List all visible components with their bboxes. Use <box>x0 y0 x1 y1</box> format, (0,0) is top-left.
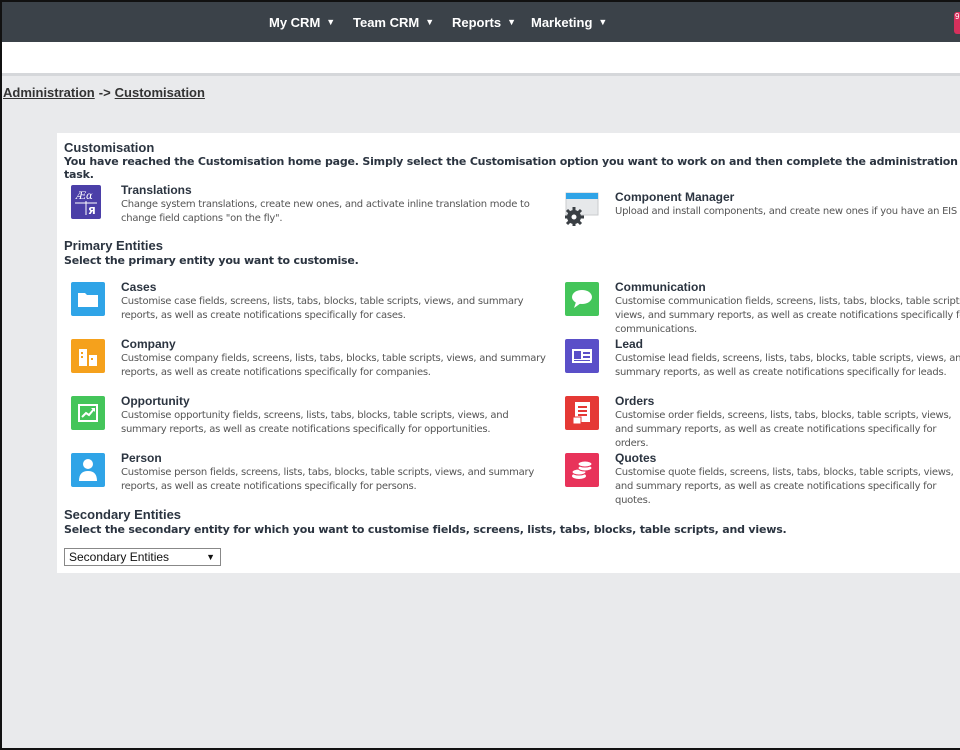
entity-company[interactable]: Company Customise company fields, screen… <box>71 337 551 379</box>
nav-label: Marketing <box>531 14 593 30</box>
caret-down-icon: ▼ <box>507 17 517 27</box>
entity-description: Customise opportunity fields, screens, l… <box>121 410 509 435</box>
entity-title: Cases <box>121 280 157 294</box>
customisation-panel: Customisation You have reached the Custo… <box>57 133 960 573</box>
component-manager-title: Component Manager <box>615 190 735 204</box>
nav-reports[interactable]: Reports ▼ <box>452 2 516 42</box>
entity-title: Quotes <box>615 451 657 465</box>
page-subtitle: You have reached the Customisation home … <box>64 155 958 181</box>
coins-icon <box>565 453 599 487</box>
id-card-icon <box>565 339 599 373</box>
entity-opportunity[interactable]: Opportunity Customise opportunity fields… <box>71 394 551 436</box>
entity-cases[interactable]: Cases Customise case fields, screens, li… <box>71 280 551 322</box>
entity-description: Customise company fields, screens, lists… <box>121 353 546 378</box>
speech-bubble-icon <box>565 282 599 316</box>
caret-down-icon: ▼ <box>425 17 435 27</box>
entity-title: Company <box>121 337 176 351</box>
entity-title: Person <box>121 451 162 465</box>
entity-title: Opportunity <box>121 394 190 408</box>
select-value: Secondary Entities <box>69 550 170 564</box>
nav-my-crm[interactable]: My CRM ▼ <box>269 2 335 42</box>
entity-title: Lead <box>615 337 644 351</box>
translations-option[interactable]: ÆαЯ Translations Change system translati… <box>71 183 551 225</box>
page-title: Customisation <box>64 140 155 155</box>
person-icon <box>71 453 105 487</box>
entity-lead[interactable]: Lead Customise lead fields, screens, lis… <box>565 337 960 379</box>
secondary-entities-heading: Secondary Entities <box>64 507 182 522</box>
entity-title: Orders <box>615 394 655 408</box>
breadcrumb-separator: -> <box>98 85 111 100</box>
nav-team-crm[interactable]: Team CRM ▼ <box>353 2 434 42</box>
secondary-entities-subtitle: Select the secondary entity for which yo… <box>64 523 787 536</box>
translation-icon: ÆαЯ <box>71 185 101 219</box>
dropdown-arrow-icon: ▼ <box>206 552 215 562</box>
secondary-entities-select[interactable]: Secondary Entities ▼ <box>64 548 221 566</box>
entity-orders[interactable]: Orders Customise order fields, screens, … <box>565 394 960 449</box>
building-icon <box>71 339 105 373</box>
nav-label: Team CRM <box>353 14 420 30</box>
folder-icon <box>71 282 105 316</box>
toolbar-strip <box>2 42 960 76</box>
nav-label: Reports <box>452 14 502 30</box>
order-document-icon <box>565 396 599 430</box>
entity-communication[interactable]: Communication Customise communication fi… <box>565 280 960 335</box>
caret-down-icon: ▼ <box>326 17 336 27</box>
entity-person[interactable]: Person Customise person fields, screens,… <box>71 451 551 493</box>
entity-description: Customise person fields, screens, lists,… <box>121 467 535 492</box>
trend-chart-icon <box>71 396 105 430</box>
top-navigation-bar: My CRM ▼ Team CRM ▼ Reports ▼ Marketing ▼ 9 <box>2 2 960 42</box>
nav-label: My CRM <box>269 14 321 30</box>
caret-down-icon: ▼ <box>598 17 608 27</box>
component-manager-description: Upload and install components, and creat… <box>615 206 960 217</box>
notification-badge[interactable]: 9 <box>954 12 960 34</box>
entity-description: Customise communication fields, screens,… <box>615 296 960 335</box>
primary-entities-subtitle: Select the primary entity you want to cu… <box>64 254 359 267</box>
translations-title: Translations <box>121 183 192 197</box>
breadcrumb-customisation-link[interactable]: Customisation <box>115 85 205 100</box>
app-frame: My CRM ▼ Team CRM ▼ Reports ▼ Marketing ▼ 9 … <box>0 0 960 750</box>
component-manager-icon <box>565 192 599 226</box>
breadcrumb-administration-link[interactable]: Administration <box>3 85 95 100</box>
entity-description: Customise order fields, screens, lists, … <box>615 410 952 449</box>
breadcrumb: Administration -> Customisation <box>3 85 205 100</box>
svg-text:α: α <box>86 191 93 202</box>
entity-quotes[interactable]: Quotes Customise quote fields, screens, … <box>565 451 960 506</box>
component-manager-option[interactable]: Component Manager Upload and install com… <box>565 190 960 232</box>
entity-description: Customise lead fields, screens, lists, t… <box>615 353 960 378</box>
entity-description: Customise quote fields, screens, lists, … <box>615 467 954 506</box>
entity-description: Customise case fields, screens, lists, t… <box>121 296 524 321</box>
primary-entities-heading: Primary Entities <box>64 238 163 253</box>
entity-title: Communication <box>615 280 706 294</box>
nav-marketing[interactable]: Marketing ▼ <box>531 2 607 42</box>
svg-text:Я: Я <box>88 206 96 217</box>
translations-description: Change system translations, create new o… <box>121 199 530 224</box>
